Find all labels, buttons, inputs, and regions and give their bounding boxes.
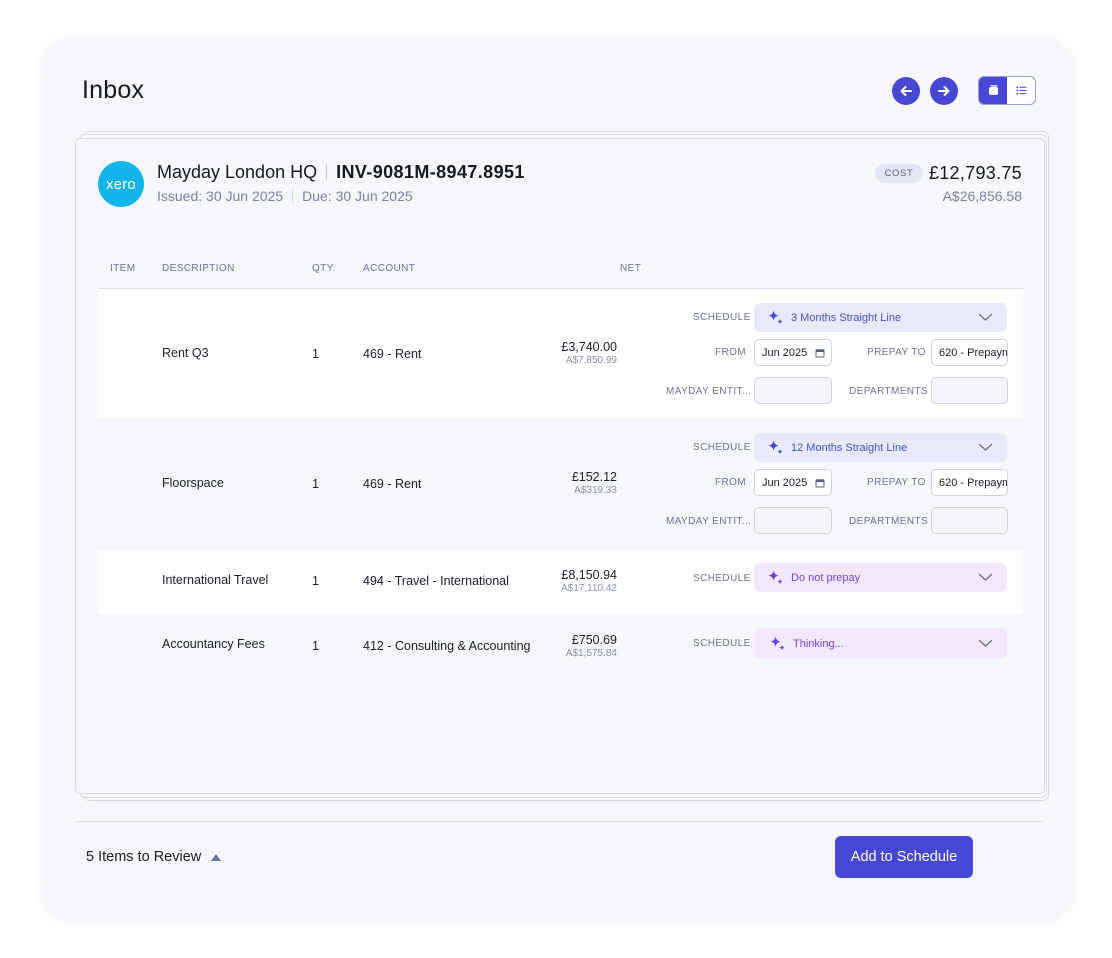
net-gbp: £3,740.00 <box>561 340 617 354</box>
xero-logo: xero <box>98 161 144 207</box>
schedule-dropdown[interactable]: Do not prepay <box>754 563 1007 592</box>
departments-label: DEPARTMENTS <box>849 386 929 397</box>
from-date-input[interactable]: Jun 2025 <box>754 339 832 366</box>
schedule-value: Thinking... <box>793 637 844 650</box>
sparkle-icon <box>770 636 785 651</box>
vendor-name: Mayday London HQ <box>157 162 318 182</box>
row-description: Accountancy Fees <box>162 637 265 651</box>
items-to-review-toggle[interactable]: 5 Items to Review <box>86 849 222 865</box>
prepay-to-label: PREPAY TO <box>867 477 926 488</box>
schedule-label: SCHEDULE <box>693 638 751 649</box>
schedule-label: SCHEDULE <box>693 312 751 323</box>
prepay-to-label: PREPAY TO <box>867 347 926 358</box>
net-gbp: £8,150.94 <box>561 568 617 582</box>
calendar-icon <box>815 349 825 358</box>
departments-label: DEPARTMENTS <box>849 516 929 527</box>
view-toggle <box>978 76 1036 105</box>
net-gbp: £152.12 <box>571 470 617 484</box>
net-aud: A$17,110.42 <box>561 583 617 594</box>
row-description: International Travel <box>162 573 269 587</box>
sparkle-icon <box>768 310 783 325</box>
invoice-dates: Issued: 30 Jun 2025 Due: 30 Jun 2025 <box>157 188 413 204</box>
departments-input[interactable] <box>931 377 1008 404</box>
table-row: Accountancy Fees 1 412 - Consulting & Ac… <box>98 615 1023 679</box>
mayday-entity-input[interactable] <box>754 507 832 534</box>
cost-amount-aud: A$26,856.58 <box>942 188 1022 204</box>
schedule-dropdown[interactable]: Thinking... <box>754 628 1007 659</box>
chevron-down-icon <box>978 639 993 647</box>
calendar-icon <box>815 479 825 488</box>
list-icon <box>1016 86 1026 95</box>
row-description: Floorspace <box>162 476 224 490</box>
caret-up-icon <box>211 853 222 861</box>
schedule-value: Do not prepay <box>791 571 861 584</box>
invoice-card: xero Mayday London HQ INV-9081M-8947.8951… <box>75 138 1045 794</box>
column-header-qty: QTY. <box>312 263 336 274</box>
schedule-value: 12 Months Straight Line <box>791 441 908 454</box>
departments-input[interactable] <box>931 507 1008 534</box>
schedule-value: 3 Months Straight Line <box>791 311 902 324</box>
row-account: 412 - Consulting & Accounting <box>363 639 531 653</box>
mayday-entity-label: MAYDAY ENTIT... <box>666 386 752 397</box>
table-row: Rent Q3 1 469 - Rent £3,740.00 A$7,850.9… <box>98 289 1023 418</box>
net-aud: A$1,575.84 <box>565 648 617 659</box>
schedule-label: SCHEDULE <box>693 442 751 453</box>
list-view-button[interactable] <box>1007 77 1035 104</box>
card-view-button[interactable] <box>979 77 1007 104</box>
row-net: £8,150.94 A$17,110.42 <box>561 568 617 594</box>
row-description: Rent Q3 <box>162 346 209 360</box>
from-date-input[interactable]: Jun 2025 <box>754 469 832 496</box>
arrow-right-icon <box>938 86 950 96</box>
arrow-left-icon <box>900 86 912 96</box>
net-aud: A$319.33 <box>574 485 617 496</box>
net-aud: A$7,850.99 <box>565 355 617 366</box>
card-stack-icon <box>988 85 998 95</box>
from-label: FROM <box>715 347 747 358</box>
schedule-dropdown[interactable]: 3 Months Straight Line <box>754 303 1007 332</box>
chevron-down-icon <box>978 573 993 581</box>
sparkle-icon <box>768 440 783 455</box>
column-header-net: NET <box>620 263 642 274</box>
row-net: £3,740.00 A$7,850.99 <box>561 340 617 366</box>
cost-amount: £12,793.75 <box>928 163 1022 183</box>
table-row: International Travel 1 494 - Travel - In… <box>98 550 1023 614</box>
prepay-to-input[interactable]: 620 - Prepayments <box>931 469 1008 496</box>
from-label: FROM <box>715 477 747 488</box>
table-row: Floorspace 1 469 - Rent £152.12 A$319.33… <box>98 419 1023 549</box>
footer-divider <box>75 821 1043 822</box>
due-date: Due: 30 Jun 2025 <box>302 188 413 204</box>
add-to-schedule-button[interactable]: Add to Schedule <box>835 836 973 878</box>
column-header-description: DESCRIPTION <box>162 263 235 274</box>
page-title: Inbox <box>82 76 145 104</box>
chevron-down-icon <box>978 313 993 321</box>
chevron-down-icon <box>978 443 993 451</box>
cost-badge: COST <box>875 164 923 183</box>
items-to-review-label: 5 Items to Review <box>86 849 202 865</box>
invoice-number: INV-9081M-8947.8951 <box>336 162 525 182</box>
column-header-item: ITEM <box>110 263 136 274</box>
row-qty: 1 <box>312 639 319 653</box>
row-qty: 1 <box>312 574 319 588</box>
row-account: 469 - Rent <box>363 477 422 491</box>
column-header-account: ACCOUNT <box>363 263 416 274</box>
row-account: 494 - Travel - International <box>363 574 509 588</box>
previous-button[interactable] <box>892 77 920 105</box>
invoice-title: Mayday London HQ INV-9081M-8947.8951 <box>157 162 525 183</box>
row-qty: 1 <box>312 477 319 491</box>
net-gbp: £750.69 <box>571 633 617 647</box>
schedule-label: SCHEDULE <box>693 573 751 584</box>
next-button[interactable] <box>930 77 958 105</box>
schedule-dropdown[interactable]: 12 Months Straight Line <box>754 433 1007 462</box>
row-qty: 1 <box>312 347 319 361</box>
row-net: £750.69 A$1,575.84 <box>566 633 617 659</box>
row-account: 469 - Rent <box>363 347 422 361</box>
row-net: £152.12 A$319.33 <box>572 470 617 496</box>
issued-date: Issued: 30 Jun 2025 <box>157 188 284 204</box>
prepay-to-input[interactable]: 620 - Prepayments <box>931 339 1008 366</box>
mayday-entity-input[interactable] <box>754 377 832 404</box>
mayday-entity-label: MAYDAY ENTIT... <box>666 516 752 527</box>
sparkle-icon <box>768 570 783 585</box>
